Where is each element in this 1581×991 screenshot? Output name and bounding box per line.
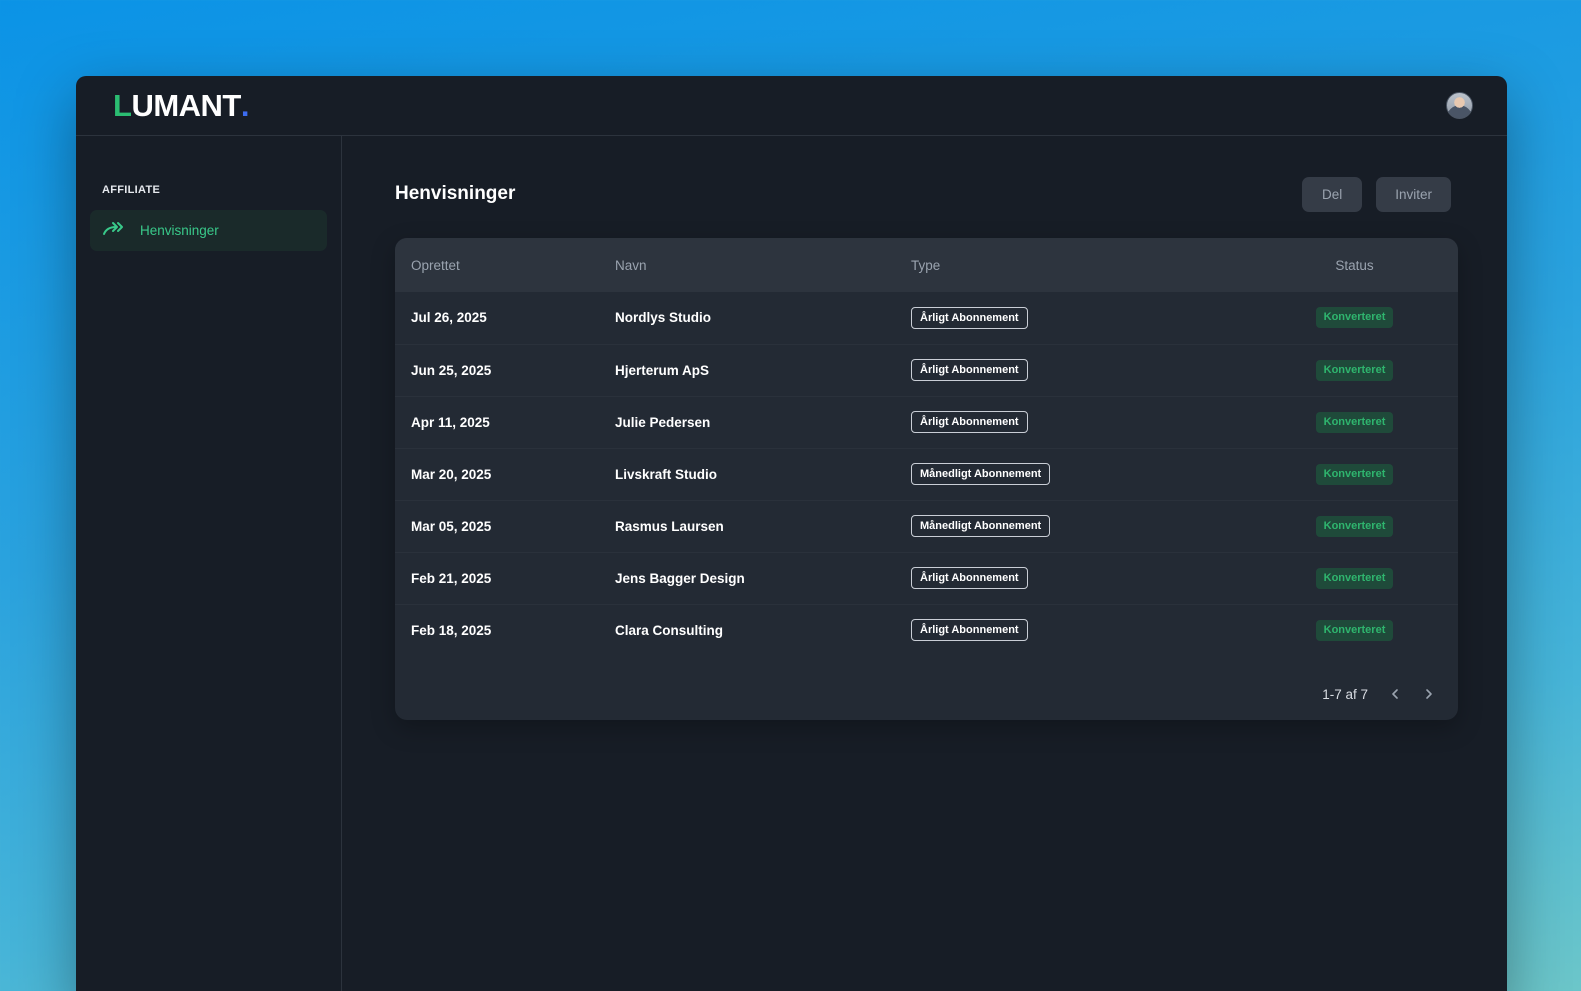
table-row[interactable]: Apr 11, 2025 Julie Pedersen Årligt Abonn… (395, 396, 1458, 448)
cell-type: Årligt Abonnement (911, 552, 1251, 604)
status-badge: Konverteret (1315, 411, 1394, 433)
table-header-row: Oprettet Navn Type Status (395, 238, 1458, 292)
cell-name: Julie Pedersen (615, 414, 711, 430)
referrals-table: Oprettet Navn Type Status Jul 26, 2025 N… (395, 238, 1458, 656)
sidebar-item-label: Henvisninger (140, 223, 219, 238)
type-badge: Årligt Abonnement (911, 359, 1028, 381)
table-row[interactable]: Feb 18, 2025 Clara Consulting Årligt Abo… (395, 604, 1458, 656)
cell-created: Mar 05, 2025 (411, 518, 492, 534)
table-row[interactable]: Mar 20, 2025 Livskraft Studio Månedligt … (395, 448, 1458, 500)
type-badge: Månedligt Abonnement (911, 463, 1051, 485)
cell-status: Konverteret (1251, 344, 1458, 396)
status-badge: Konverteret (1315, 619, 1394, 641)
cell-type: Årligt Abonnement (911, 344, 1251, 396)
column-header-created[interactable]: Oprettet (395, 238, 615, 292)
cell-name: Livskraft Studio (615, 466, 718, 482)
sidebar: AFFILIATE Henvisninger (76, 136, 342, 991)
previous-page-button[interactable] (1388, 687, 1402, 701)
cell-type: Årligt Abonnement (911, 292, 1251, 344)
share-button[interactable]: Del (1301, 176, 1363, 212)
status-badge: Konverteret (1315, 463, 1394, 485)
cell-status: Konverteret (1251, 396, 1458, 448)
cell-name: Clara Consulting (615, 622, 724, 638)
column-header-status[interactable]: Status (1251, 238, 1458, 292)
sidebar-item-henvisninger[interactable]: Henvisninger (90, 210, 327, 251)
table-row[interactable]: Jul 26, 2025 Nordlys Studio Årligt Abonn… (395, 292, 1458, 344)
avatar[interactable] (1446, 92, 1473, 119)
pagination: 1-7 af 7 (395, 666, 1458, 720)
table-row[interactable]: Jun 25, 2025 Hjerterum ApS Årligt Abonne… (395, 344, 1458, 396)
cell-name: Nordlys Studio (615, 310, 712, 326)
type-badge: Årligt Abonnement (911, 567, 1028, 589)
cell-created: Feb 18, 2025 (411, 622, 492, 638)
cell-name: Hjerterum ApS (615, 362, 710, 378)
cell-created: Mar 20, 2025 (411, 466, 492, 482)
cell-type: Månedligt Abonnement (911, 500, 1251, 552)
column-header-name[interactable]: Navn (615, 238, 911, 292)
cell-created: Feb 21, 2025 (411, 570, 492, 586)
column-header-type[interactable]: Type (911, 238, 1251, 292)
status-badge: Konverteret (1315, 359, 1394, 381)
cell-status: Konverteret (1251, 500, 1458, 552)
app-window: L UMANT. AFFILIATE Henvisninger Henvisnin… (76, 76, 1507, 991)
page-title: Henvisninger (395, 183, 516, 204)
logo-letter-l: L (113, 87, 132, 123)
cell-name: Rasmus Laursen (615, 518, 724, 534)
table-row[interactable]: Mar 05, 2025 Rasmus Laursen Månedligt Ab… (395, 500, 1458, 552)
pagination-range: 1-7 af 7 (1322, 686, 1368, 702)
cell-status: Konverteret (1251, 448, 1458, 500)
header-actions: Del Inviter (1301, 176, 1451, 212)
cell-status: Konverteret (1251, 292, 1458, 344)
logo-text: UMANT (131, 87, 241, 123)
cell-type: Månedligt Abonnement (911, 448, 1251, 500)
status-badge: Konverteret (1315, 567, 1394, 589)
referrals-table-card: Oprettet Navn Type Status Jul 26, 2025 N… (395, 238, 1458, 720)
type-badge: Månedligt Abonnement (911, 515, 1051, 537)
table-row[interactable]: Feb 21, 2025 Jens Bagger Design Årligt A… (395, 552, 1458, 604)
next-page-button[interactable] (1422, 687, 1436, 701)
logo[interactable]: L UMANT. (113, 88, 249, 124)
page-header: Henvisninger Del Inviter (395, 176, 1458, 212)
type-badge: Årligt Abonnement (911, 306, 1028, 329)
cell-created: Jul 26, 2025 (411, 310, 487, 326)
status-badge: Konverteret (1315, 515, 1394, 537)
cell-type: Årligt Abonnement (911, 396, 1251, 448)
double-arrow-icon (102, 221, 126, 240)
cell-created: Apr 11, 2025 (411, 414, 490, 430)
main-content: Henvisninger Del Inviter Oprettet Navn T… (342, 136, 1507, 991)
type-badge: Årligt Abonnement (911, 411, 1028, 433)
chevron-right-icon (1426, 689, 1432, 699)
cell-created: Jun 25, 2025 (411, 362, 492, 378)
chevron-left-icon (1392, 689, 1398, 699)
top-bar: L UMANT. (76, 76, 1507, 136)
status-badge: Konverteret (1315, 307, 1394, 329)
cell-name: Jens Bagger Design (615, 570, 745, 586)
cell-status: Konverteret (1251, 604, 1458, 656)
type-badge: Årligt Abonnement (911, 619, 1028, 642)
app-body: AFFILIATE Henvisninger Henvisninger Del … (76, 136, 1507, 991)
logo-dot: . (240, 87, 250, 123)
sidebar-section-label: AFFILIATE (102, 184, 161, 196)
invite-button[interactable]: Inviter (1376, 176, 1451, 212)
cell-type: Årligt Abonnement (911, 604, 1251, 656)
cell-status: Konverteret (1251, 552, 1458, 604)
